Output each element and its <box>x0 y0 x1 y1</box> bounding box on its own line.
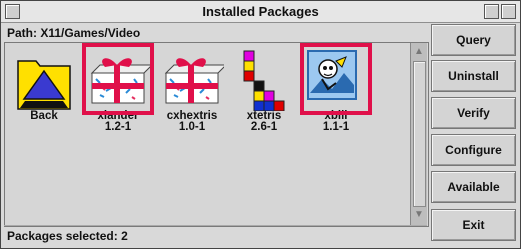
exit-button[interactable]: Exit <box>431 209 516 241</box>
scroll-up-arrow-icon[interactable]: ▲ <box>412 45 426 59</box>
query-button[interactable]: Query <box>431 24 516 56</box>
package-item-xbill[interactable]: xbill 1.1-1 <box>299 43 373 133</box>
available-button[interactable]: Available <box>431 171 516 203</box>
selection-highlight <box>82 43 154 115</box>
package-version: 1.0-1 <box>178 121 206 133</box>
package-version: 1.1-1 <box>322 121 350 133</box>
package-name: Back <box>30 110 58 122</box>
maximize-button[interactable] <box>501 4 516 19</box>
scrollbar-thumb[interactable] <box>413 61 426 207</box>
path-label: Path: X11/Games/Video <box>7 26 141 40</box>
uninstall-button[interactable]: Uninstall <box>431 60 516 92</box>
package-version: 1.2-1 <box>104 121 132 133</box>
package-gift-icon <box>164 58 228 104</box>
scroll-down-arrow-icon[interactable]: ▼ <box>412 208 426 222</box>
package-item-xtetris[interactable]: xtetris 2.6-1 <box>227 47 301 133</box>
package-view[interactable]: Back xlander 1.2-1 cxhextris 1.0-1 xtetr… <box>4 42 429 227</box>
tetris-blocks-icon <box>243 50 285 112</box>
title-bar[interactable]: Installed Packages <box>1 1 520 23</box>
vertical-scrollbar[interactable]: ▲ ▼ <box>410 43 427 225</box>
package-item-back[interactable]: Back <box>7 47 81 122</box>
status-text: Packages selected: 2 <box>7 229 128 243</box>
status-divider <box>4 225 427 226</box>
package-version: 2.6-1 <box>250 121 278 133</box>
installed-packages-window: Installed Packages Path: X11/Games/Video… <box>0 0 521 249</box>
package-item-xlander[interactable]: xlander 1.2-1 <box>81 43 155 133</box>
folder-up-icon <box>17 60 71 110</box>
selection-highlight <box>300 43 372 115</box>
configure-button[interactable]: Configure <box>431 134 516 166</box>
minimize-button[interactable] <box>484 4 499 19</box>
window-title: Installed Packages <box>202 4 319 19</box>
verify-button[interactable]: Verify <box>431 97 516 129</box>
package-item-cxhextris[interactable]: cxhextris 1.0-1 <box>155 47 229 133</box>
